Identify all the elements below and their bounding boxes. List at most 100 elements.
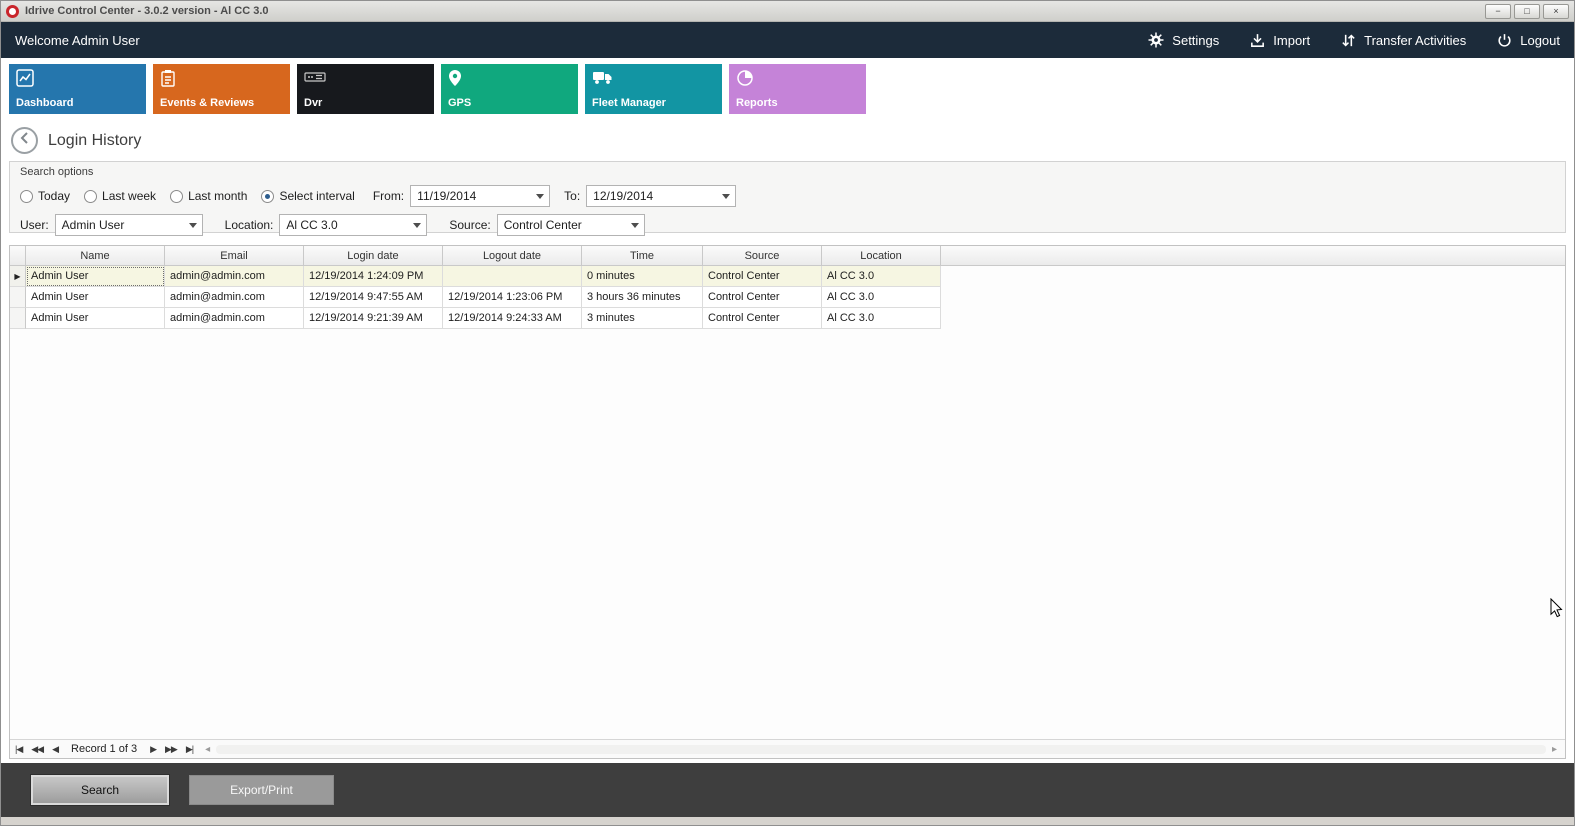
search-button[interactable]: Search — [31, 775, 169, 805]
grid-header-filler — [941, 246, 1565, 265]
entity-filter-row: User: Admin User Location: Al CC 3.0 Sou… — [20, 214, 1555, 236]
tile-dashboard[interactable]: Dashboard — [9, 64, 146, 114]
from-date-combobox[interactable]: 11/19/2014 — [410, 185, 550, 207]
last-record-button[interactable]: ▶| — [186, 744, 193, 755]
cell-login-date[interactable]: 12/19/2014 9:21:39 AM — [304, 308, 443, 329]
table-row[interactable]: ▶ Admin User admin@admin.com 12/19/2014 … — [10, 308, 942, 329]
logout-button[interactable]: Logout — [1496, 32, 1560, 49]
column-header-time[interactable]: Time — [582, 246, 703, 265]
cell-time[interactable]: 0 minutes — [582, 266, 703, 287]
record-navigator: |◀ ◀◀ ◀ Record 1 of 3 ▶ ▶▶ ▶| ◂ ▸ — [10, 739, 1565, 758]
window-controls: − □ × — [1485, 4, 1569, 19]
radio-last-week-icon — [84, 190, 97, 203]
prev-record-button[interactable]: ◀ — [52, 744, 58, 755]
cell-source[interactable]: Control Center — [703, 308, 822, 329]
pie-chart-icon — [736, 69, 754, 92]
cell-logout-date[interactable]: 12/19/2014 9:24:33 AM — [443, 308, 582, 329]
window-bottom-strip — [1, 817, 1574, 825]
cell-email[interactable]: admin@admin.com — [165, 266, 304, 287]
cell-location[interactable]: Al CC 3.0 — [822, 266, 941, 287]
cell-email[interactable]: admin@admin.com — [165, 308, 304, 329]
top-bar-actions: Settings Import Transfer Activities Logo… — [1147, 31, 1560, 49]
column-header-login-date[interactable]: Login date — [304, 246, 443, 265]
back-button[interactable] — [11, 127, 38, 154]
interval-filter-row: Today Last week Last month Select interv… — [20, 185, 1555, 207]
column-header-name[interactable]: Name — [26, 246, 165, 265]
radio-last-month-icon — [170, 190, 183, 203]
cell-source[interactable]: Control Center — [703, 287, 822, 308]
source-combobox[interactable]: Control Center — [497, 214, 645, 236]
column-header-source[interactable]: Source — [703, 246, 822, 265]
cell-logout-date[interactable]: 12/19/2014 1:23:06 PM — [443, 287, 582, 308]
close-button[interactable]: × — [1543, 4, 1569, 19]
settings-button[interactable]: Settings — [1147, 31, 1219, 49]
radio-last-month[interactable]: Last month — [170, 189, 247, 203]
cell-login-date[interactable]: 12/19/2014 1:24:09 PM — [304, 266, 443, 287]
cell-name[interactable]: Admin User — [26, 287, 165, 308]
cell-name[interactable]: Admin User — [26, 308, 165, 329]
minimize-button[interactable]: − — [1485, 4, 1511, 19]
tile-reports[interactable]: Reports — [729, 64, 866, 114]
import-button[interactable]: Import — [1249, 32, 1310, 49]
cell-time[interactable]: 3 minutes — [582, 308, 703, 329]
cell-location[interactable]: Al CC 3.0 — [822, 308, 941, 329]
power-icon — [1496, 32, 1513, 49]
tile-gps[interactable]: GPS — [441, 64, 578, 114]
welcome-text: Welcome Admin User — [15, 33, 140, 48]
cell-source[interactable]: Control Center — [703, 266, 822, 287]
column-header-location[interactable]: Location — [822, 246, 941, 265]
to-date-combobox[interactable]: 12/19/2014 — [586, 185, 736, 207]
nav-tiles: Dashboard Events & Reviews Dvr GPS Fleet… — [1, 58, 1574, 120]
radio-last-month-label: Last month — [188, 189, 247, 203]
chevron-down-icon — [184, 215, 202, 235]
from-date-value: 11/19/2014 — [417, 189, 476, 203]
location-label: Location: — [225, 218, 274, 232]
tile-dashboard-label: Dashboard — [16, 97, 73, 109]
column-header-logout-date[interactable]: Logout date — [443, 246, 582, 265]
next-record-button[interactable]: ▶ — [150, 744, 156, 755]
logout-label: Logout — [1520, 33, 1560, 48]
app-window: Idrive Control Center - 3.0.2 version - … — [0, 0, 1575, 826]
radio-today[interactable]: Today — [20, 189, 70, 203]
prev-page-button[interactable]: ◀◀ — [31, 744, 43, 755]
page-head: Login History — [1, 120, 1574, 161]
table-row[interactable]: ▶ Admin User admin@admin.com 12/19/2014 … — [10, 287, 942, 308]
tile-dvr[interactable]: Dvr — [297, 64, 434, 114]
user-combobox[interactable]: Admin User — [55, 214, 203, 236]
cell-location[interactable]: Al CC 3.0 — [822, 287, 941, 308]
row-indicator-header — [10, 246, 26, 265]
next-page-button[interactable]: ▶▶ — [165, 744, 177, 755]
scroll-left-icon[interactable]: ◂ — [202, 744, 213, 755]
truck-icon — [592, 69, 613, 90]
transfer-activities-button[interactable]: Transfer Activities — [1340, 32, 1466, 49]
location-combobox[interactable]: Al CC 3.0 — [279, 214, 427, 236]
record-count-label: Record 1 of 3 — [71, 743, 137, 755]
window-title: Idrive Control Center - 3.0.2 version - … — [25, 5, 269, 17]
cell-time[interactable]: 3 hours 36 minutes — [582, 287, 703, 308]
user-value: Admin User — [62, 218, 125, 232]
clipboard-icon — [160, 69, 176, 92]
export-print-button[interactable]: Export/Print — [189, 775, 334, 805]
dvr-box-icon — [304, 69, 326, 90]
chevron-down-icon — [531, 186, 549, 206]
radio-select-interval[interactable]: Select interval — [261, 189, 354, 203]
maximize-button[interactable]: □ — [1514, 4, 1540, 19]
radio-last-week[interactable]: Last week — [84, 189, 156, 203]
to-date-value: 12/19/2014 — [593, 189, 653, 203]
from-label: From: — [373, 189, 404, 203]
current-row-arrow-icon: ▶ — [14, 272, 20, 281]
tile-events-reviews[interactable]: Events & Reviews — [153, 64, 290, 114]
cell-name[interactable]: Admin User — [26, 266, 165, 287]
tile-fleet-manager[interactable]: Fleet Manager — [585, 64, 722, 114]
scrollbar-track[interactable] — [216, 745, 1546, 754]
scroll-right-icon[interactable]: ▸ — [1549, 744, 1560, 755]
cell-email[interactable]: admin@admin.com — [165, 287, 304, 308]
cell-login-date[interactable]: 12/19/2014 9:47:55 AM — [304, 287, 443, 308]
table-row[interactable]: ▶ Admin User admin@admin.com 12/19/2014 … — [10, 266, 942, 287]
column-header-email[interactable]: Email — [165, 246, 304, 265]
app-icon — [6, 5, 19, 18]
gear-icon — [1147, 31, 1165, 49]
first-record-button[interactable]: |◀ — [15, 744, 22, 755]
cell-logout-date[interactable] — [443, 266, 582, 287]
row-indicator-cell: ▶ — [10, 308, 26, 329]
